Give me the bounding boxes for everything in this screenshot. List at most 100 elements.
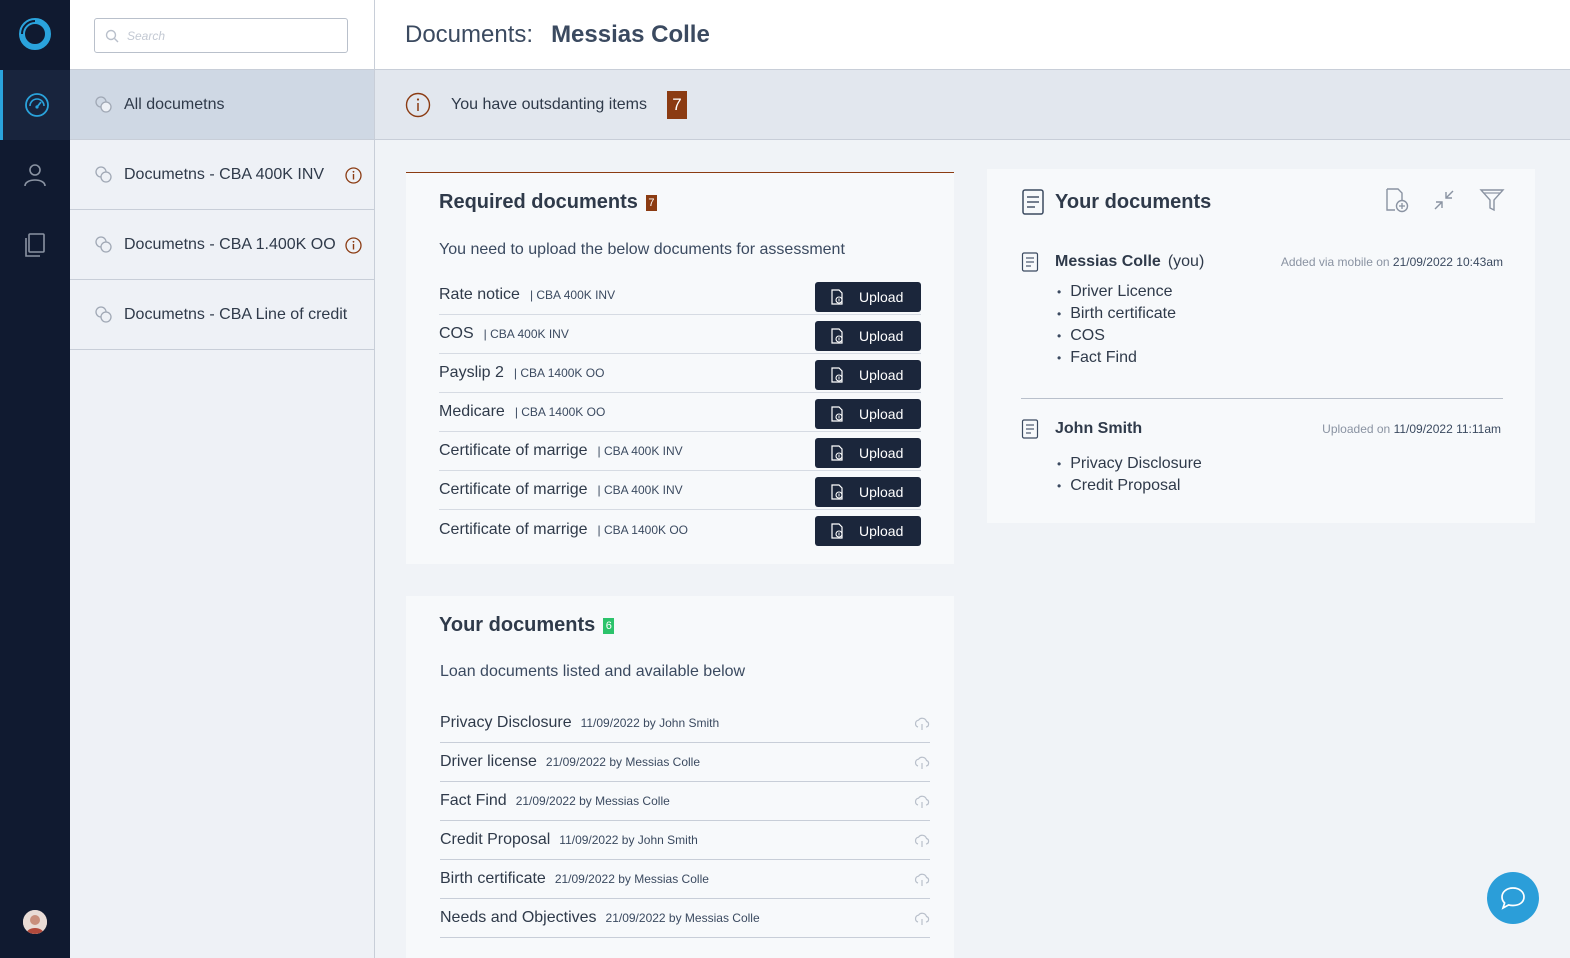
count-badge: 6	[603, 617, 615, 634]
coins-icon	[95, 305, 112, 323]
list-item[interactable]: Fact Find	[1057, 347, 1503, 369]
cloud-download-icon[interactable]	[914, 833, 930, 849]
upload-button[interactable]: Upload	[815, 399, 921, 429]
group-header: John Smith Uploaded on 11/09/2022 11:11a…	[1021, 418, 1503, 440]
upload-button[interactable]: Upload	[815, 360, 921, 390]
rail-users[interactable]	[0, 140, 70, 210]
list-item: Certificate of marrige | CBA 400K INV Up…	[439, 432, 921, 471]
upload-label: Upload	[859, 523, 904, 539]
chat-button[interactable]	[1487, 872, 1539, 924]
upload-meta-prefix: Added via mobile on	[1280, 255, 1390, 269]
list-item[interactable]: Fact Find 21/09/2022 by Messias Colle	[440, 782, 930, 821]
list-item[interactable]: Credit Proposal	[1057, 475, 1503, 497]
upload-button[interactable]: Upload	[815, 516, 921, 546]
upload-button[interactable]: Upload	[815, 438, 921, 468]
uploader-name: John Smith	[1055, 420, 1143, 437]
document-name: Credit Proposal	[440, 831, 551, 848]
upload-button[interactable]: Upload	[815, 321, 921, 351]
upload-file-icon	[831, 289, 843, 305]
upload-file-icon	[831, 367, 843, 383]
upload-file-icon	[831, 445, 843, 461]
upload-file-icon	[831, 328, 843, 344]
page-header: Documents: Messias Colle	[375, 0, 1570, 70]
list-item: Certificate of marrige | CBA 400K INV Up…	[439, 471, 921, 510]
required-documents-card: Required documents 7 You need to upload …	[406, 172, 954, 564]
document-name: Needs and Objectives	[440, 909, 597, 926]
required-documents-title: Required documents 7	[439, 191, 657, 214]
list-item[interactable]: Needs and Objectives 21/09/2022 by Messi…	[440, 899, 930, 938]
cloud-download-icon[interactable]	[914, 794, 930, 810]
your-documents-subtitle: Loan documents listed and available belo…	[440, 663, 746, 680]
list-item[interactable]: Birth certificate 21/09/2022 by Messias …	[440, 860, 930, 899]
rail-dashboard[interactable]	[0, 70, 70, 140]
info-icon	[345, 237, 362, 254]
search-input[interactable]	[127, 28, 327, 43]
upload-label: Upload	[859, 406, 904, 422]
panel-header: Your documents	[1021, 189, 1211, 215]
document-name: COS	[439, 325, 474, 342]
add-document-icon[interactable]	[1383, 187, 1409, 213]
uploader-you: (you)	[1167, 253, 1205, 270]
upload-label: Upload	[859, 328, 904, 344]
document-tag: | CBA 1400K OO	[514, 405, 606, 419]
document-meta: 21/09/2022 by Messias Colle	[605, 911, 760, 925]
sidebar-item-cba-400k-inv[interactable]: Documetns - CBA 400K INV	[70, 140, 374, 210]
list-item: COS | CBA 400K INV Upload	[439, 315, 921, 354]
avatar-icon	[23, 910, 47, 934]
upload-file-icon	[831, 523, 843, 539]
user-icon	[24, 164, 46, 187]
list-item[interactable]: Privacy Disclosure	[1057, 453, 1503, 475]
document-tag: | CBA 400K INV	[529, 288, 616, 302]
upload-button[interactable]: Upload	[815, 282, 921, 312]
page-title: Messias Colle	[551, 20, 710, 48]
list-item[interactable]: Credit Proposal 11/09/2022 by John Smith	[440, 821, 930, 860]
sidebar-item-all-documents[interactable]: All documetns	[70, 70, 374, 140]
divider	[1021, 398, 1503, 399]
card-title-text: Your documents	[439, 614, 596, 636]
list-item[interactable]: Privacy Disclosure 11/09/2022 by John Sm…	[440, 704, 930, 743]
cloud-download-icon[interactable]	[914, 911, 930, 927]
document-name: Fact Find	[440, 792, 507, 809]
your-documents-card: Your documents 6 Loan documents listed a…	[406, 596, 954, 958]
page-title-prefix: Documents:	[405, 20, 534, 48]
your-documents-panel: Your documents Messias Colle (you) Added…	[987, 169, 1535, 523]
document-tag: | CBA 400K INV	[483, 327, 569, 341]
document-name: Privacy Disclosure	[440, 714, 572, 731]
logo-icon[interactable]	[18, 17, 52, 51]
document-name: Medicare	[439, 403, 505, 420]
rail-documents[interactable]	[0, 210, 70, 280]
required-documents-subtitle: You need to upload the below documents f…	[439, 241, 845, 258]
avatar[interactable]	[23, 910, 47, 934]
document-name: Certificate of marrige	[439, 520, 588, 538]
upload-meta: Added via mobile on 21/09/2022 10:43am	[1281, 255, 1503, 269]
info-icon	[345, 167, 362, 184]
document-tag: | CBA 400K INV	[597, 483, 683, 497]
app-rail	[0, 0, 70, 958]
documents-icon	[25, 233, 45, 257]
sidebar-item-cba-1400k-oo[interactable]: Documetns - CBA 1.400K OO	[70, 210, 374, 280]
document-icon	[1021, 252, 1039, 272]
collapse-icon[interactable]	[1431, 187, 1457, 213]
list-item: Payslip 2 | CBA 1400K OO Upload	[439, 354, 921, 393]
cloud-download-icon[interactable]	[914, 755, 930, 771]
upload-meta-date: 21/09/2022 10:43am	[1392, 255, 1503, 269]
filter-icon[interactable]	[1479, 187, 1505, 213]
document-icon	[1022, 189, 1044, 215]
list-item: Medicare | CBA 1400K OO Upload	[439, 393, 921, 432]
cloud-download-icon[interactable]	[914, 716, 930, 732]
list-item[interactable]: COS	[1057, 325, 1503, 347]
upload-meta-date: 11/09/2022 11:11am	[1393, 422, 1501, 436]
document-tag: | CBA 1400K OO	[597, 522, 689, 537]
list-item[interactable]: Driver Licence	[1057, 281, 1503, 303]
search-box	[94, 18, 348, 53]
upload-meta: Uploaded on 11/09/2022 11:11am	[1322, 422, 1501, 436]
document-tag: | CBA 1400K OO	[513, 366, 605, 380]
list-item[interactable]: Birth certificate	[1057, 303, 1503, 325]
sidebar-item-cba-line-of-credit[interactable]: Documetns - CBA Line of credit	[70, 280, 374, 350]
list-item[interactable]: Driver license 21/09/2022 by Messias Col…	[440, 743, 930, 782]
alert-text: You have outsdanting items	[451, 95, 647, 113]
upload-button[interactable]: Upload	[815, 477, 921, 507]
upload-file-icon	[831, 484, 843, 500]
document-name: Certificate of marrige	[439, 442, 588, 459]
cloud-download-icon[interactable]	[914, 872, 930, 888]
